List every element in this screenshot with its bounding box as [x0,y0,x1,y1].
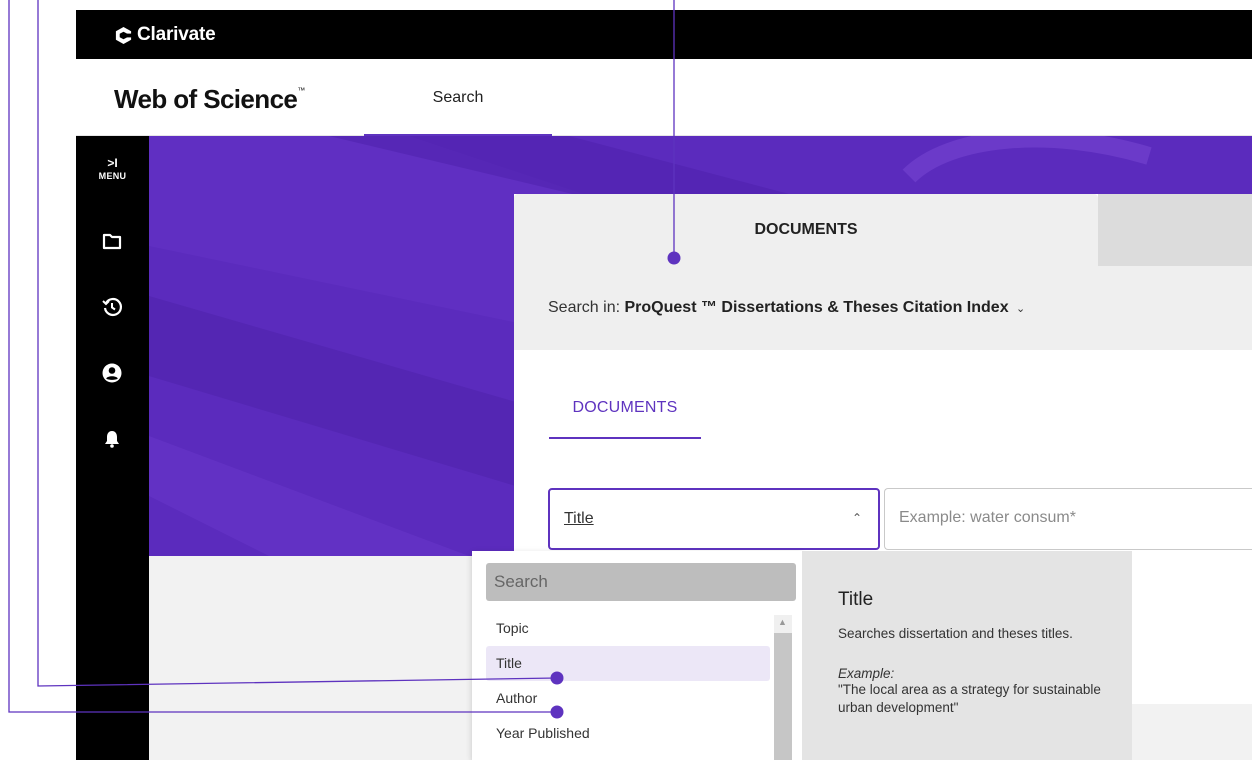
menu-label: MENU [98,171,127,181]
dropdown-search-input[interactable] [486,563,796,601]
side-menu: >I MENU [76,136,149,760]
search-field-value: Title [564,510,594,527]
database-selector[interactable]: Search in: ProQuest ™ Dissertations & Th… [514,266,1252,350]
selected-database: ProQuest ™ Dissertations & Theses Citati… [624,299,1009,316]
option-topic[interactable]: Topic [486,611,770,646]
scrollbar-thumb[interactable] [774,633,792,760]
help-title: Title [838,589,874,610]
option-year-published[interactable]: Year Published [486,716,770,751]
clarivate-logo-icon [115,26,133,44]
search-field-select[interactable]: Title ⌃ [548,488,880,550]
subtab-documents[interactable]: DOCUMENTS [549,399,701,439]
tab-researchers[interactable] [1098,194,1252,266]
option-title[interactable]: Title [486,646,770,681]
help-description: Searches dissertation and theses titles. [838,626,1073,641]
help-example-label: Example: [838,666,895,681]
query-input[interactable] [899,509,1239,527]
tab-documents[interactable]: DOCUMENTS [514,194,1098,266]
expand-menu-icon: >I [107,156,118,170]
brand-logo[interactable]: Clarivate [114,24,216,46]
chevron-up-icon: ⌃ [851,511,862,525]
field-help-panel: Title Searches dissertation and theses t… [802,551,1132,760]
product-header: Web of Science™ Search [76,59,1252,136]
chevron-down-icon: ⌄ [1016,303,1026,315]
history-icon[interactable] [101,296,123,318]
top-bar: Clarivate [76,10,1252,59]
scroll-up-icon[interactable]: ▲ [778,617,787,627]
dropdown-scrollbar[interactable]: ▲ [774,615,792,760]
brand-name: Clarivate [137,24,216,45]
product-logo[interactable]: Web of Science™ [114,84,305,115]
field-dropdown: Topic Title Author Year Published ▲ [472,551,802,760]
menu-toggle-button[interactable]: >I MENU [76,156,149,181]
search-in-label: Search in: [548,299,621,316]
help-example-text: "The local area as a strategy for sustai… [838,682,1101,715]
notification-bell-icon[interactable] [101,428,123,450]
field-options-list: Topic Title Author Year Published [486,611,770,751]
query-field[interactable] [884,488,1252,550]
nav-tab-search[interactable]: Search [364,59,552,136]
user-account-icon[interactable] [101,362,123,384]
product-name: Web of Science [114,84,298,114]
trademark-mark: ™ [297,86,305,95]
folder-icon[interactable] [101,230,123,252]
option-author[interactable]: Author [486,681,770,716]
